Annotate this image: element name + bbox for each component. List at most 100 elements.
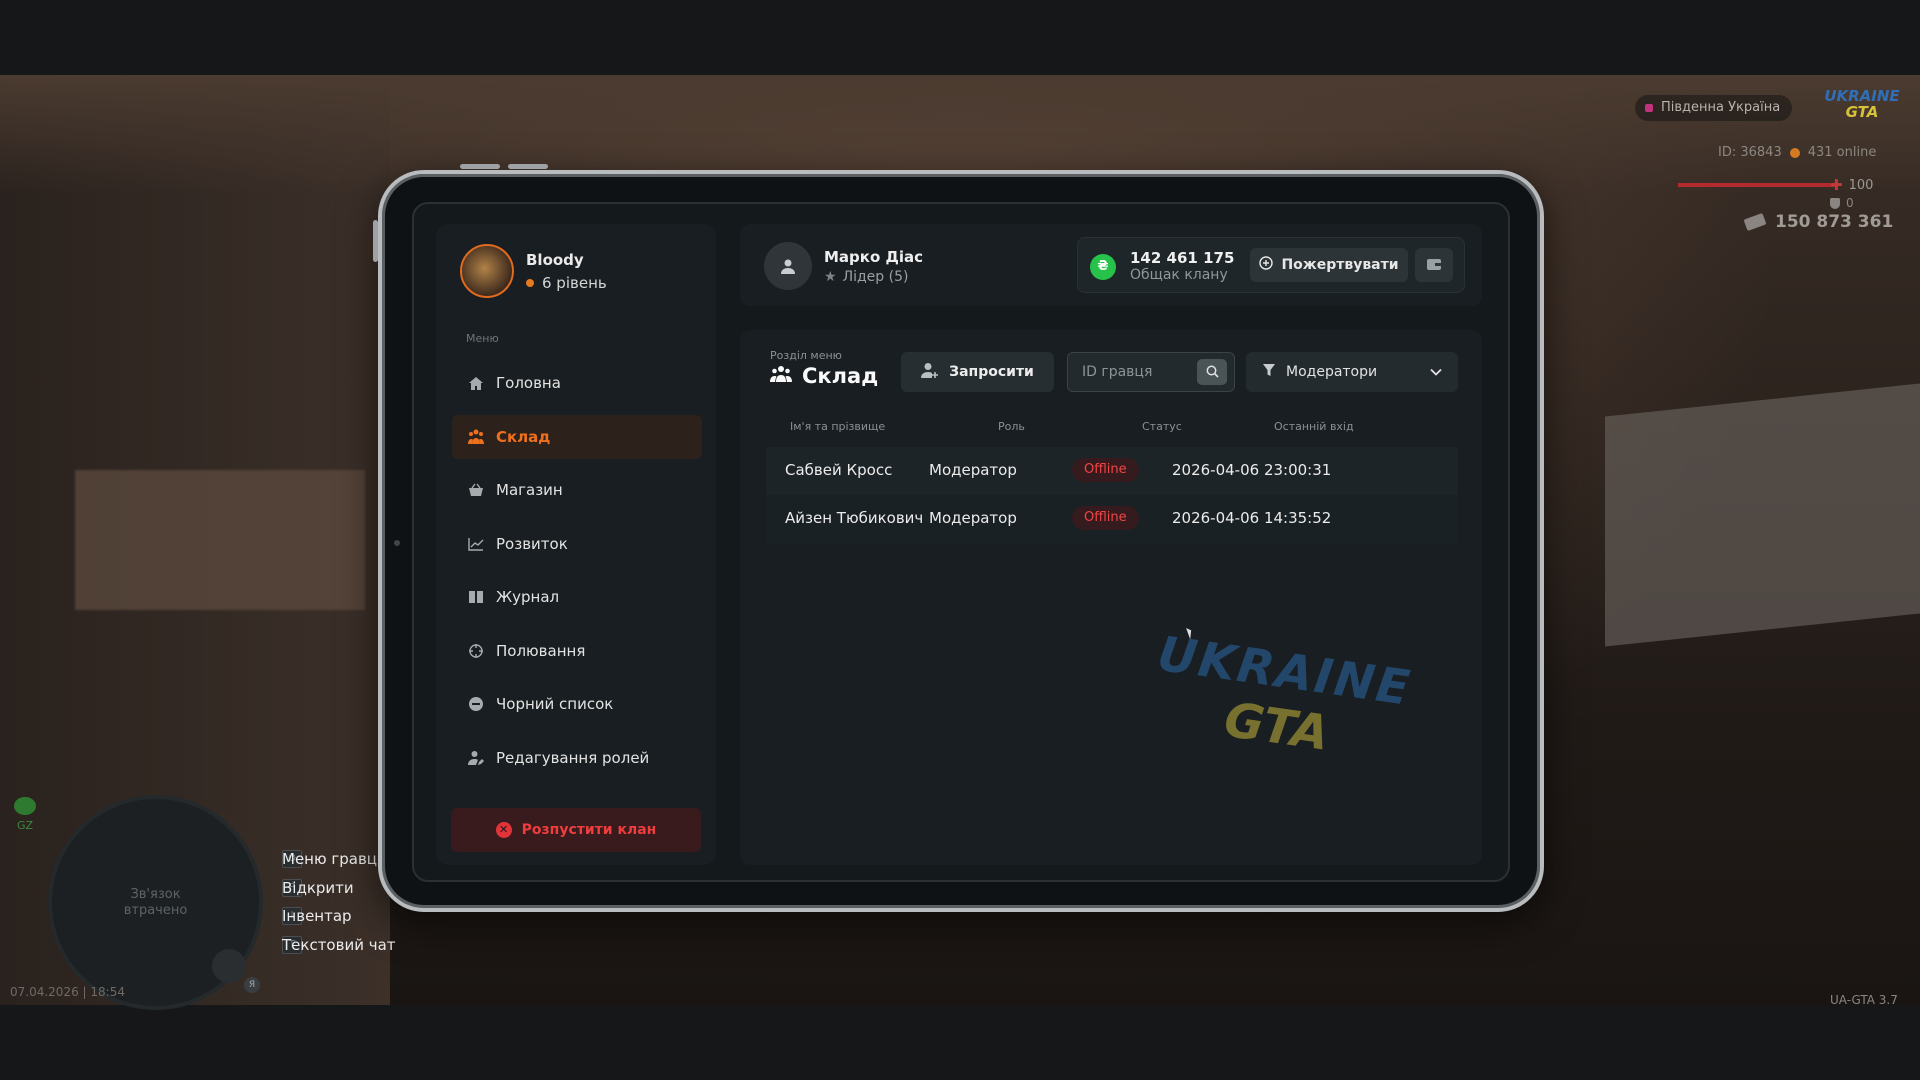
tablet-camera: [394, 540, 400, 546]
tablet-button: [508, 164, 548, 169]
filter-icon: [1262, 363, 1276, 381]
column-header-role: Роль: [998, 420, 1025, 433]
hotkey-label: Текстовий чат: [282, 935, 396, 954]
hud-money: 150 873 361: [1743, 212, 1893, 232]
health-icon: ✚: [1830, 176, 1843, 194]
hud-health-value: 100: [1848, 177, 1874, 193]
search-input[interactable]: [1068, 353, 1192, 391]
block-icon: [468, 696, 484, 712]
wallet-button[interactable]: [1415, 248, 1453, 282]
online-icon: [1789, 147, 1800, 158]
sidebar-item-role-editing[interactable]: Редагування ролей: [452, 736, 702, 780]
player-profile: Bloody 6 рівень: [460, 244, 607, 298]
invite-label: Запросити: [949, 364, 1034, 380]
sidebar-item-blacklist[interactable]: Чорний список: [452, 682, 702, 726]
search-button[interactable]: [1197, 359, 1227, 385]
member-name: Сабвей Кросс: [785, 461, 893, 479]
hud-health: ✚ 100: [1830, 176, 1873, 194]
minimap-text-1: Зв'язок: [130, 886, 181, 902]
status-badge: Offline: [1072, 458, 1139, 482]
table-row[interactable]: Айзен Тюбикович Модератор Offline 2026-04-0…: [766, 495, 1458, 543]
table-row[interactable]: Сабвей Кросс Модератор Offline 2026-04-06 2…: [766, 447, 1458, 495]
leader-info: Марко Діас ★ Лідер (5): [764, 242, 923, 290]
hud-logo-bottom: GTA: [1845, 103, 1879, 121]
sidebar-item-label: Розвиток: [496, 534, 568, 553]
minimap-text-2: втрачено: [123, 902, 188, 918]
sidebar-item-home[interactable]: Головна: [452, 361, 702, 405]
hud-id-online: ID: 36843 431 online: [1718, 145, 1876, 160]
hud-version: UA-GTA 3.7: [1830, 993, 1898, 1007]
add-user-icon: [921, 362, 939, 382]
gz-label: GZ: [16, 819, 34, 832]
member-name: Айзен Тюбикович: [785, 509, 924, 527]
avatar: [460, 244, 514, 298]
hud-health-bar: [1678, 183, 1838, 187]
sidebar-item-label: Склад: [496, 427, 551, 446]
letterbox-top: [0, 0, 1920, 75]
hud-datetime: 07.04.2026 | 18:54: [10, 985, 125, 999]
scene-board-right: [1605, 383, 1920, 647]
gz-icon: [14, 797, 36, 815]
microphone-icon: [212, 949, 246, 983]
watermark-logo: UKRAINE GTA: [1133, 624, 1427, 782]
hud-logo-top: UKRAINE: [1824, 87, 1900, 105]
donate-label: Пожертвувати: [1281, 257, 1399, 273]
scene-board-left: [75, 470, 365, 610]
hud-server-name: Південна Україна: [1661, 100, 1781, 115]
role-filter-select[interactable]: Модератори: [1246, 352, 1458, 392]
column-header-status: Статус: [1142, 420, 1182, 433]
sidebar-item-hunting[interactable]: Полювання: [452, 629, 702, 673]
column-header-last-login: Останній вхід: [1274, 420, 1354, 433]
sidebar-menu: Головна Склад Магазин Розвиток Журнал Полюван…: [452, 361, 702, 789]
book-icon: [468, 589, 484, 605]
section-caption: Розділ меню: [770, 349, 842, 362]
player-level-text: 6 рівень: [542, 273, 607, 292]
hud-health-fill: [1678, 183, 1838, 187]
sidebar-item-shop[interactable]: Магазин: [452, 468, 702, 512]
status-badge: Offline: [1072, 506, 1139, 530]
home-icon: [468, 375, 484, 391]
sidebar-item-journal[interactable]: Журнал: [452, 575, 702, 619]
hud-armor: 0: [1830, 196, 1854, 210]
level-dot-icon: [526, 278, 534, 287]
leader-name: Марко Діас: [824, 247, 924, 266]
bank-label: Общак клану: [1130, 267, 1228, 283]
sidebar-item-label: Редагування ролей: [496, 748, 650, 767]
sidebar-item-label: Магазин: [496, 481, 563, 499]
hud-server-badge: Південна Україна: [1635, 95, 1793, 121]
hud-logo: UKRAINE GTA: [1822, 88, 1902, 124]
sidebar-item-label: Головна: [496, 374, 561, 392]
member-last-login: 2026-04-06 23:00:31: [1172, 461, 1332, 479]
member-last-login: 2026-04-06 14:35:52: [1172, 509, 1332, 527]
hud-online: 431 online: [1807, 145, 1877, 160]
sidebar-item-development[interactable]: Розвиток: [452, 522, 702, 566]
member-role: Модератор: [929, 509, 1017, 527]
donate-button[interactable]: Пожертвувати: [1250, 248, 1408, 282]
leader-rank: ★ Лідер (5): [824, 269, 923, 285]
clan-bank: ₴ 142 461 175 Общак клану Пожертвувати: [1077, 237, 1465, 293]
tablet-screen: Bloody 6 рівень Меню Головна Склад Магазин…: [412, 202, 1510, 882]
filter-label: Модератори: [1286, 364, 1378, 380]
player-id-search: [1067, 352, 1235, 392]
member-role: Модератор: [929, 461, 1017, 479]
hotkey-label: Меню гравця: [282, 850, 387, 868]
player-level: 6 рівень: [526, 274, 607, 292]
sidebar-item-label: Полювання: [496, 641, 586, 660]
star-icon: ★: [824, 268, 837, 285]
people-icon: [770, 364, 792, 388]
invite-button[interactable]: Запросити: [901, 352, 1054, 392]
armor-icon: [1830, 197, 1840, 209]
money-coin-icon: ₴: [1090, 254, 1116, 280]
sidebar-item-label: Чорний список: [496, 695, 614, 713]
player-name: Bloody: [526, 250, 584, 269]
chart-icon: [468, 536, 484, 552]
tablet-device: Bloody 6 рівень Меню Головна Склад Магазин…: [373, 164, 1544, 912]
page-title: Склад: [770, 364, 878, 388]
sidebar-item-warehouse[interactable]: Склад: [452, 414, 702, 459]
hotkey-label: Відкрити: [282, 878, 354, 897]
hud-player-id: ID: 36843: [1718, 145, 1782, 160]
tablet-side-button: [373, 220, 378, 262]
disband-clan-button[interactable]: ✕ Розпустити клан: [451, 808, 701, 852]
search-icon: [1206, 363, 1219, 382]
people-icon: [468, 429, 484, 445]
